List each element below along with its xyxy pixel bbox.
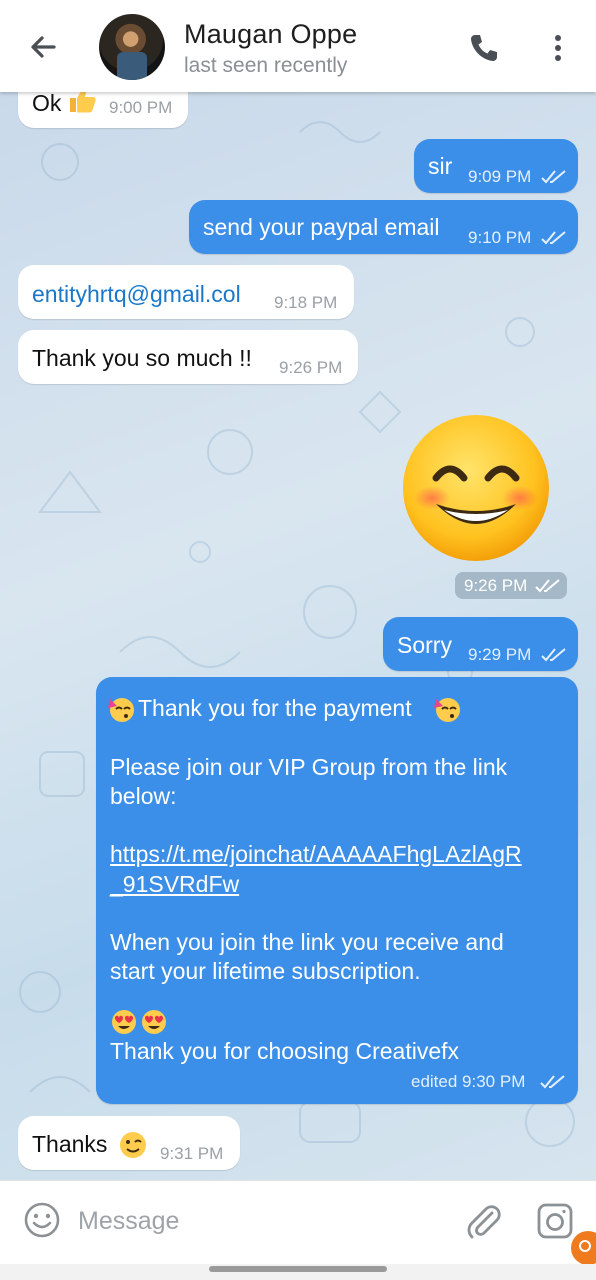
chat-area[interactable]: Ok 9:00 PM sir 9:09 PM send your paypal …	[0, 92, 596, 1180]
phone-icon	[471, 35, 497, 61]
camera-icon	[537, 1203, 573, 1239]
avatar[interactable]	[99, 14, 165, 80]
invite-link[interactable]: https://t.me/joinchat/AAAAAFhgLAzlAgR	[110, 841, 522, 868]
incoming-message[interactable]: entityhrtq@gmail.col 9:18 PM	[18, 265, 354, 319]
more-vertical-icon	[555, 35, 561, 61]
invite-link-continued[interactable]: _91SVRdFw	[110, 871, 239, 898]
incoming-message[interactable]: Ok 9:00 PM	[18, 92, 188, 128]
message-line: start your lifetime subscription.	[110, 958, 421, 984]
message-time: 9:18 PM	[274, 293, 338, 312]
contact-name[interactable]: Maugan Oppe	[184, 19, 357, 50]
message-line: Thank you for choosing Creativefx	[110, 1038, 460, 1064]
message-line: Thank you for the payment	[138, 695, 412, 721]
attach-button[interactable]	[464, 1201, 504, 1241]
message-time: edited 9:30 PM	[411, 1072, 526, 1091]
double-check-icon	[535, 579, 560, 593]
call-button[interactable]	[466, 30, 502, 66]
partying-face-icon	[434, 698, 460, 722]
message-time: 9:29 PM	[468, 645, 532, 664]
message-text: send your paypal email	[203, 214, 440, 240]
gear-icon	[579, 1240, 591, 1252]
outgoing-message[interactable]: send your paypal email 9:10 PM	[189, 200, 578, 254]
incoming-message[interactable]: Thank you so much !! 9:26 PM	[18, 330, 358, 384]
message-time: 9:26 PM	[279, 358, 343, 377]
back-button[interactable]	[22, 26, 64, 68]
more-options-button[interactable]	[540, 30, 576, 66]
message-text: sir	[428, 153, 453, 179]
heart-eyes-icon	[112, 1010, 136, 1034]
floating-badge[interactable]	[571, 1231, 596, 1265]
smiley-icon	[24, 1202, 60, 1238]
smiling-face-sticker[interactable]	[400, 412, 552, 564]
incoming-message[interactable]: Thanks 9:31 PM	[18, 1116, 240, 1170]
double-check-icon	[541, 231, 566, 245]
message-time: 9:09 PM	[468, 167, 532, 186]
avatar-image	[117, 52, 147, 80]
message-text: Ok	[32, 92, 62, 116]
sticker-time-badge: 9:26 PM	[455, 572, 567, 599]
winking-face-icon	[120, 1132, 146, 1158]
chat-header: Maugan Oppe last seen recently	[0, 0, 596, 92]
message-text: Sorry	[397, 632, 452, 658]
message-time: 9:31 PM	[160, 1144, 224, 1163]
double-check-icon	[540, 1075, 565, 1089]
last-seen-status: last seen recently	[184, 54, 348, 77]
email-link[interactable]: entityhrtq@gmail.col	[32, 281, 241, 308]
home-indicator[interactable]	[209, 1266, 387, 1272]
partying-face-icon	[108, 698, 134, 722]
emoji-button[interactable]	[22, 1200, 62, 1240]
message-time: 9:00 PM	[109, 98, 173, 117]
outgoing-message[interactable]: Sorry 9:29 PM	[383, 617, 578, 671]
message-text: Thank you so much !!	[32, 345, 252, 371]
message-line: below:	[110, 783, 177, 809]
camera-button[interactable]	[535, 1201, 575, 1241]
outgoing-message[interactable]: sir 9:09 PM	[414, 139, 578, 193]
heart-eyes-icon	[142, 1010, 166, 1034]
double-check-icon	[541, 170, 566, 184]
message-text: Thanks	[32, 1131, 108, 1157]
message-line: Please join our VIP Group from the link	[110, 754, 508, 780]
message-composer	[0, 1180, 596, 1264]
message-time: 9:10 PM	[468, 228, 532, 247]
double-check-icon	[541, 648, 566, 662]
message-input[interactable]	[78, 1201, 438, 1241]
paperclip-icon	[467, 1205, 501, 1239]
message-line: When you join the link you receive and	[110, 929, 504, 955]
thumbs-up-icon	[70, 92, 96, 113]
arrow-left-icon	[31, 36, 56, 58]
message-time: 9:26 PM	[464, 576, 528, 595]
outgoing-message-payment[interactable]: Thank you for the payment Please join ou…	[96, 677, 578, 1104]
